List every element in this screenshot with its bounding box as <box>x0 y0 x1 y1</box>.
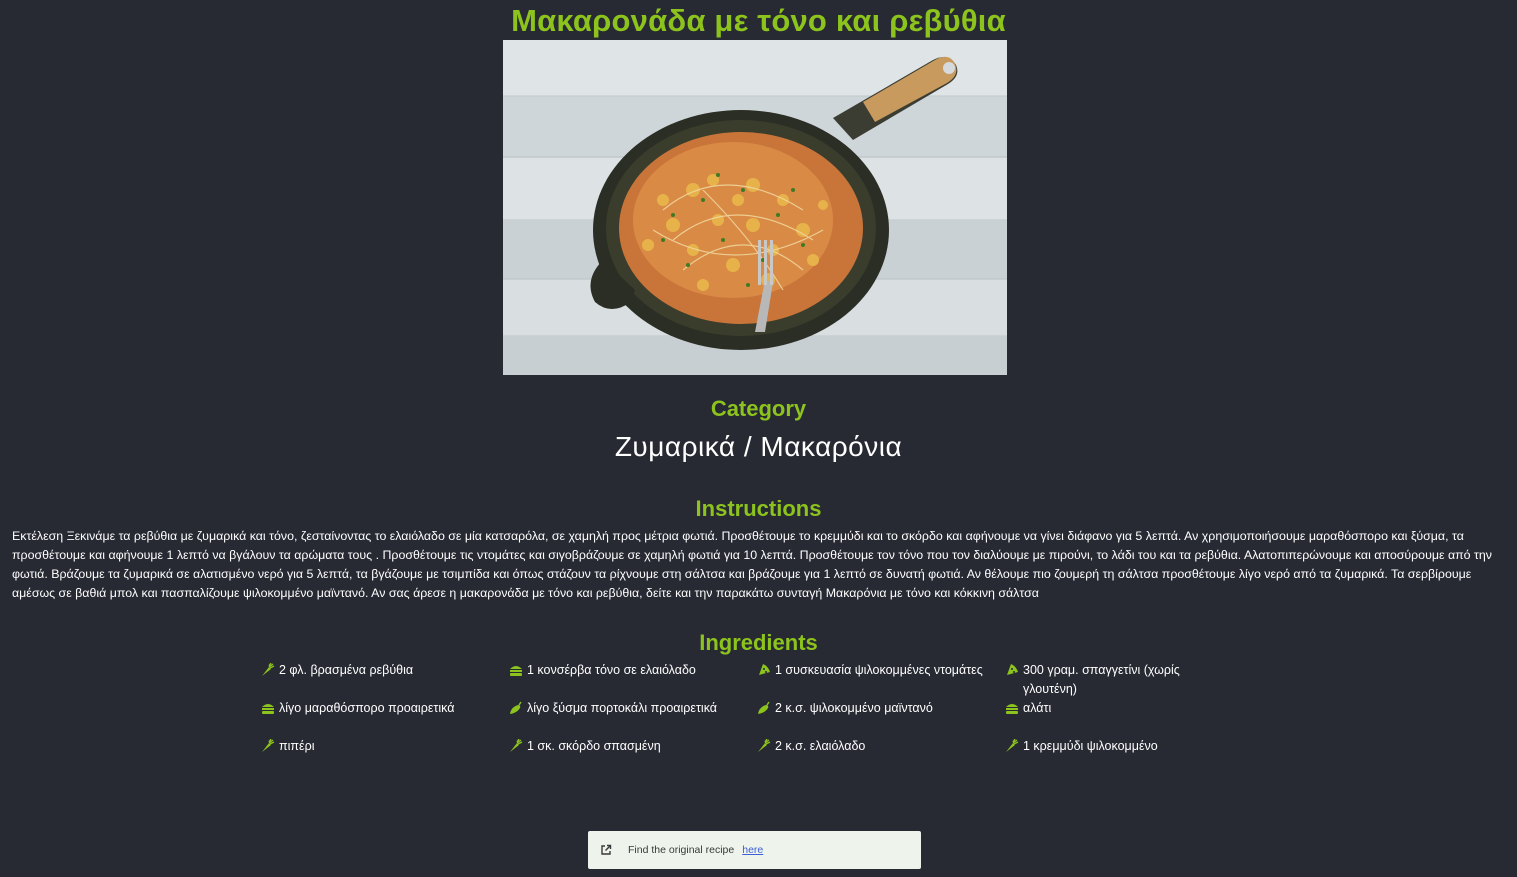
carrot-icon <box>509 738 523 753</box>
burger-icon <box>509 663 523 677</box>
ingredient-item: 300 γραμ. σπαγγετίνι (χωρίς γλουτένη) <box>1004 661 1194 699</box>
ingredient-item: 2 φλ. βρασμένα ρεβύθια <box>260 661 508 699</box>
burger-icon <box>1005 701 1019 715</box>
category-value: Ζυμαρικά / Μακαρόνια <box>614 431 903 462</box>
original-recipe-link[interactable]: here <box>742 844 763 856</box>
pepper-icon <box>509 701 523 715</box>
external-link-icon <box>601 844 612 855</box>
instructions-text: Εκτέλεση Ξεκινάμε τα ρεβύθια με ζυμαρικά… <box>12 529 1492 600</box>
ingredient-text: 1 συσκευασία ψιλοκομμένες ντομάτες <box>775 663 983 677</box>
instructions-heading: Instructions <box>695 496 822 521</box>
ingredient-text: 2 κ.σ. ελαιόλαδο <box>775 739 866 753</box>
carrot-icon <box>261 738 275 753</box>
ingredient-text: λίγο ξύσμα πορτοκάλι προαιρετικά <box>527 701 718 715</box>
ingredient-item: 2 κ.σ. ελαιόλαδο <box>756 737 1004 775</box>
carrot-icon <box>1005 738 1019 753</box>
pizza-icon <box>757 663 771 677</box>
original-recipe-box: Find the original recipe here <box>588 831 921 869</box>
ingredient-item: 1 κρεμμύδι ψιλοκομμένο <box>1004 737 1194 775</box>
ingredient-item: 1 συσκευασία ψιλοκομμένες ντομάτες <box>756 661 1004 699</box>
ingredients-heading: Ingredients <box>699 630 818 655</box>
category-heading: Category <box>710 396 807 421</box>
ingredient-item: αλάτι <box>1004 699 1194 737</box>
recipe-title: Μακαρονάδα με τόνο και ρεβύθια <box>511 3 1006 38</box>
ingredient-item: 1 σκ. σκόρδο σπασμένη <box>508 737 756 775</box>
ingredient-item: λίγο ξύσμα πορτοκάλι προαιρετικά <box>508 699 756 737</box>
ingredients-list: 2 φλ. βρασμένα ρεβύθια 1 κονσέρβα τόνο σε… <box>260 661 1260 775</box>
ingredient-text: 1 κρεμμύδι ψιλοκομμένο <box>1023 739 1158 753</box>
original-recipe-label: Find the original recipe <box>628 844 735 856</box>
recipe-photo <box>503 40 1007 375</box>
ingredient-item: 1 κονσέρβα τόνο σε ελαιόλαδο <box>508 661 756 699</box>
pepper-icon <box>757 701 771 715</box>
ingredient-text: 1 κονσέρβα τόνο σε ελαιόλαδο <box>527 663 696 677</box>
pizza-icon <box>1005 663 1019 677</box>
ingredient-text: 2 κ.σ. ψιλοκομμένο μαϊντανό <box>775 701 933 715</box>
burger-icon <box>261 701 275 715</box>
ingredient-text: λίγο μαραθόσπορο προαιρετικά <box>279 701 455 715</box>
ingredient-text: 1 σκ. σκόρδο σπασμένη <box>527 739 661 753</box>
ingredient-text: 300 γραμ. σπαγγετίνι (χωρίς γλουτένη) <box>1023 663 1180 696</box>
ingredient-text: πιπέρι <box>279 739 315 753</box>
carrot-icon <box>261 662 275 677</box>
ingredient-item: πιπέρι <box>260 737 508 775</box>
ingredient-text: 2 φλ. βρασμένα ρεβύθια <box>279 663 414 677</box>
recipe-page: Μακαρονάδα με τόνο και ρεβύθια Category … <box>0 0 1517 877</box>
carrot-icon <box>757 738 771 753</box>
ingredient-item: λίγο μαραθόσπορο προαιρετικά <box>260 699 508 737</box>
ingredient-text: αλάτι <box>1023 701 1052 715</box>
ingredient-item: 2 κ.σ. ψιλοκομμένο μαϊντανό <box>756 699 1004 737</box>
